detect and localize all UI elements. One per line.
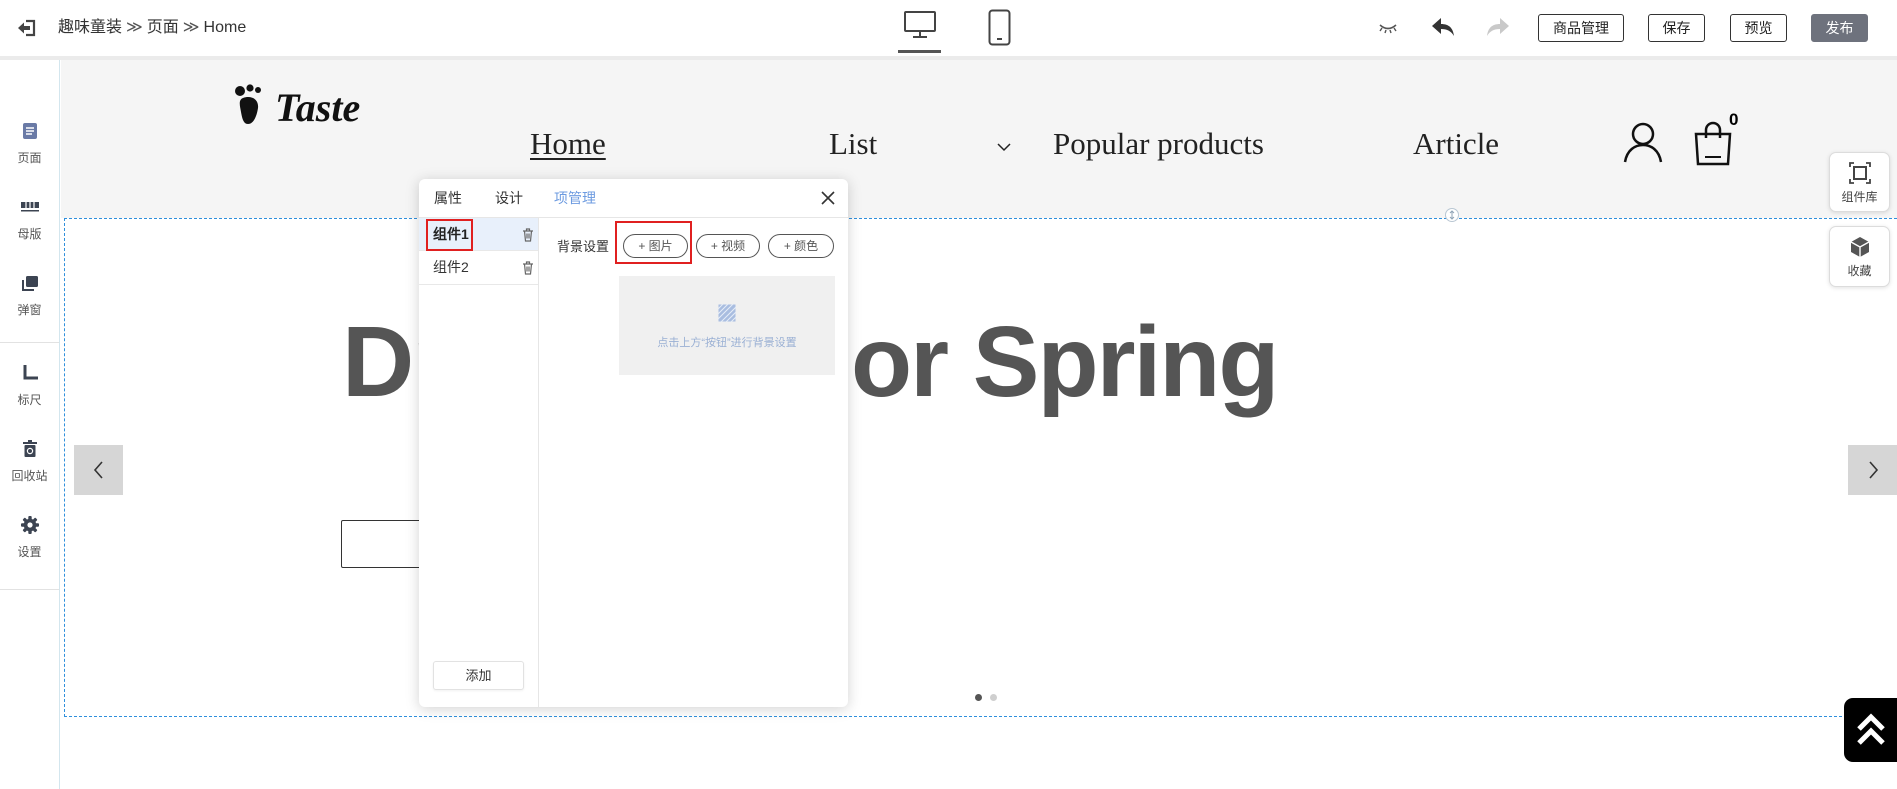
tab-design[interactable]: 设计 (495, 179, 523, 218)
sidebar-item-settings[interactable]: 设置 (0, 515, 59, 561)
close-icon[interactable] (821, 191, 835, 205)
save-button[interactable]: 保存 (1648, 14, 1705, 42)
component-library-button[interactable]: 组件库 (1829, 152, 1890, 212)
trash-icon[interactable] (522, 228, 534, 242)
item-list-column: 组件1 组件2 添加 (419, 218, 539, 707)
chevron-down-icon[interactable] (997, 143, 1011, 152)
mobile-icon[interactable] (988, 9, 1011, 46)
sidebar-item-master[interactable]: 母版 (0, 197, 59, 243)
tab-item-management[interactable]: 项管理 (554, 179, 596, 218)
sidebar-divider (0, 342, 59, 343)
shopping-bag-icon[interactable] (1692, 120, 1734, 166)
nav-home[interactable]: Home (530, 126, 606, 162)
item-management-dialog: 属性 设计 项管理 组件1 组件2 添加 背景设置 + 图片 + 视频 + 颜色 (419, 179, 848, 707)
highlight-box (426, 219, 473, 251)
page-icon (20, 121, 40, 141)
breadcrumb-pages[interactable]: 页面 (147, 19, 179, 36)
eye-closed-icon[interactable] (1378, 22, 1398, 34)
sidebar-item-label: 弹窗 (17, 303, 42, 317)
cart-count-badge: 0 (1729, 110, 1739, 129)
sidebar-item-popup[interactable]: 弹窗 (0, 273, 59, 319)
breadcrumb-separator: ≫ (182, 19, 200, 36)
nav-list[interactable]: List (829, 126, 877, 162)
favorites-label: 收藏 (1847, 264, 1872, 278)
slider-dot[interactable] (975, 694, 982, 701)
back-to-top-button[interactable] (1844, 698, 1897, 762)
component-library-icon (1848, 162, 1871, 184)
master-template-icon (20, 197, 40, 217)
slider-dot[interactable] (990, 694, 997, 701)
add-item-button[interactable]: 添加 (433, 661, 524, 690)
resize-handle-icon[interactable] (1445, 208, 1459, 222)
sidebar-item-ruler[interactable]: 标尺 (0, 363, 59, 409)
gear-icon (20, 515, 40, 535)
footprint-logo-icon (234, 84, 270, 126)
sidebar-item-label: 标尺 (17, 393, 42, 407)
list-item[interactable]: 组件2 (419, 251, 538, 285)
favorites-button[interactable]: 收藏 (1829, 226, 1890, 287)
publish-button[interactable]: 发布 (1811, 14, 1868, 42)
add-video-button[interactable]: + 视频 (696, 234, 760, 258)
breadcrumb-current-page: Home (203, 19, 247, 36)
sidebar-item-label: 设置 (17, 545, 42, 559)
nav-article[interactable]: Article (1413, 126, 1499, 162)
cube-icon (1849, 236, 1871, 258)
redo-icon[interactable] (1486, 16, 1510, 38)
popup-icon (20, 273, 40, 293)
chevron-left-icon (93, 461, 103, 479)
image-placeholder-icon (718, 304, 736, 322)
background-hint-text: 点击上方“按钮”进行背景设置 (657, 337, 797, 349)
user-account-icon[interactable] (1621, 120, 1665, 164)
breadcrumb: 趣味童装 ≫ 页面 ≫ Home (58, 18, 246, 38)
dialog-tab-bar: 属性 设计 项管理 (419, 179, 848, 218)
hero-title-right-fragment: or Spring (851, 306, 1279, 418)
highlight-box (615, 221, 692, 264)
desktop-icon[interactable] (903, 10, 937, 40)
exit-icon[interactable] (17, 18, 37, 38)
component-library-label: 组件库 (1841, 190, 1878, 204)
site-logo[interactable]: Taste (275, 86, 360, 130)
product-management-button[interactable]: 商品管理 (1538, 14, 1624, 42)
sidebar-item-recycle-bin[interactable]: 回收站 (0, 439, 59, 485)
add-color-button[interactable]: + 颜色 (768, 234, 834, 258)
site-header[interactable]: Taste Home List Popular products Article… (61, 60, 1897, 218)
undo-icon[interactable] (1431, 16, 1455, 38)
breadcrumb-separator: ≫ (126, 19, 143, 36)
slider-next-button[interactable] (1848, 445, 1897, 495)
left-sidebar: 页面 母版 弹窗 标尺 回收站 设置 (0, 60, 60, 789)
editor-toolbar: 趣味童装 ≫ 页面 ≫ Home 商品管理 保存 预览 发布 (0, 0, 1897, 56)
sidebar-item-label: 回收站 (11, 469, 48, 483)
sidebar-bottom-border (0, 589, 59, 590)
page-canvas: Taste Home List Popular products Article… (61, 60, 1897, 789)
slider-prev-button[interactable] (74, 445, 123, 495)
nav-popular-products[interactable]: Popular products (1053, 126, 1264, 162)
selected-banner-section[interactable] (64, 218, 1897, 717)
sidebar-item-pages[interactable]: 页面 (0, 121, 59, 167)
chevron-right-icon (1868, 461, 1878, 479)
list-item-label: 组件2 (433, 259, 469, 275)
background-settings-label: 背景设置 (557, 239, 610, 254)
ruler-icon (20, 363, 40, 383)
preview-button[interactable]: 预览 (1730, 14, 1787, 42)
tab-properties[interactable]: 属性 (434, 179, 462, 218)
breadcrumb-site[interactable]: 趣味童装 (58, 19, 122, 36)
sidebar-item-label: 页面 (17, 151, 42, 165)
desktop-active-indicator (898, 50, 941, 53)
double-chevron-up-icon (1857, 713, 1885, 745)
recycle-bin-icon (20, 439, 40, 459)
background-preview: 点击上方“按钮”进行背景设置 (619, 276, 835, 375)
sidebar-item-label: 母版 (17, 227, 42, 241)
trash-icon[interactable] (522, 261, 534, 275)
